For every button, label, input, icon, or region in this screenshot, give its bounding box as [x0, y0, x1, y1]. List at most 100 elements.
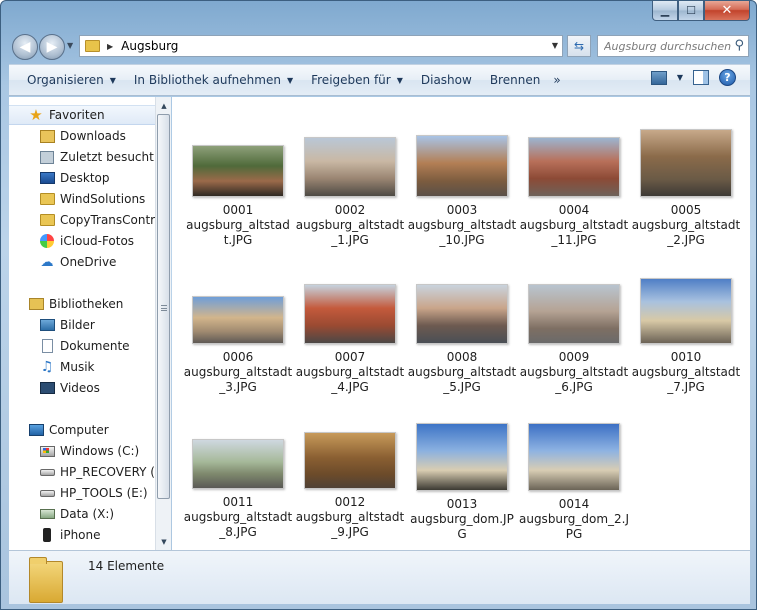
file-item[interactable]: 0005 augsburg_altstadt_2.JPG — [630, 129, 742, 248]
slideshow-button[interactable]: Diashow — [412, 67, 481, 93]
nav-item-label: Zuletzt besucht — [60, 150, 154, 164]
file-item[interactable]: 0007 augsburg_altstadt_4.JPG — [294, 284, 406, 395]
nav-item-drive-x[interactable]: Data (X:) — [9, 504, 155, 524]
image-thumbnail — [304, 284, 396, 344]
hard-drive-icon — [39, 485, 55, 501]
scroll-down-icon[interactable]: ▼ — [156, 533, 172, 550]
image-thumbnail — [304, 137, 396, 197]
file-name: augsburg_altstadt_6.JPG — [519, 365, 629, 394]
refresh-button[interactable]: ⇆ — [567, 35, 591, 57]
nav-item-label: Bilder — [60, 318, 95, 332]
nav-item-label: Musik — [60, 360, 95, 374]
file-item[interactable]: 0013 augsburg_dom.JPG — [406, 423, 518, 542]
nav-item-label: Desktop — [60, 171, 110, 185]
scroll-thumb[interactable] — [157, 114, 170, 499]
view-controls: ▼ ? — [650, 69, 736, 86]
more-commands-button[interactable]: » — [553, 73, 560, 87]
nav-item-copytranscontrol[interactable]: CopyTransControl — [9, 210, 155, 230]
file-name: augsburg_dom_2.JPG — [518, 512, 630, 541]
file-number: 0004 — [558, 203, 590, 217]
address-dropdown-icon[interactable]: ▼ — [552, 41, 558, 50]
arrow-left-icon: ◀ — [19, 39, 31, 55]
chevron-down-icon: ▼ — [286, 75, 294, 85]
nav-item-desktop[interactable]: Desktop — [9, 168, 155, 188]
file-item[interactable]: 0008 augsburg_altstadt_5.JPG — [406, 284, 518, 395]
nav-item-label: iPhone — [60, 528, 101, 542]
file-number: 0014 — [558, 497, 590, 511]
file-view: 0001 augsburg_altstadt.JPG 0002 augsburg_a… — [172, 97, 750, 550]
nav-item-drive-d[interactable]: HP_RECOVERY (D:) — [9, 462, 155, 482]
grip-icon — [161, 305, 167, 311]
scroll-up-icon[interactable]: ▲ — [156, 97, 172, 114]
nav-item-recent[interactable]: Zuletzt besucht — [9, 147, 155, 167]
file-number: 0012 — [334, 495, 366, 509]
nav-item-onedrive[interactable]: ☁ OneDrive — [9, 252, 155, 272]
file-item[interactable]: 0003 augsburg_altstadt_10.JPG — [406, 135, 518, 248]
nav-item-iphone[interactable]: iPhone — [9, 525, 155, 545]
file-item[interactable]: 0006 augsburg_altstadt_3.JPG — [182, 296, 294, 395]
search-icon[interactable]: ⚲ — [734, 38, 744, 53]
forward-button[interactable]: ▶ — [39, 34, 65, 60]
nav-item-music[interactable]: ♫ Musik — [9, 357, 155, 377]
caption-buttons: ▁ ☐ ✕ — [652, 1, 750, 21]
preview-pane-icon[interactable] — [693, 70, 709, 85]
nav-item-icloud-photos[interactable]: iCloud-Fotos — [9, 231, 155, 251]
nav-item-videos[interactable]: Videos — [9, 378, 155, 398]
help-icon[interactable]: ? — [719, 69, 736, 86]
nav-item-windsolutions[interactable]: WindSolutions — [9, 189, 155, 209]
image-thumbnail — [640, 129, 732, 197]
nav-favorites[interactable]: ★ Favoriten — [9, 105, 155, 125]
image-thumbnail — [528, 137, 620, 197]
file-item[interactable]: 0009 augsburg_altstadt_6.JPG — [518, 284, 630, 395]
file-item[interactable]: 0002 augsburg_altstadt_1.JPG — [294, 137, 406, 248]
file-item[interactable]: 0014 augsburg_dom_2.JPG — [518, 423, 630, 542]
nav-item-drive-e[interactable]: HP_TOOLS (E:) — [9, 483, 155, 503]
nav-favorites-label: Favoriten — [49, 108, 105, 122]
music-note-icon: ♫ — [40, 359, 54, 375]
nav-libraries[interactable]: Bibliotheken — [9, 294, 155, 314]
nav-item-downloads[interactable]: Downloads — [9, 126, 155, 146]
maximize-button[interactable]: ☐ — [678, 1, 704, 21]
search-input[interactable] — [604, 37, 732, 55]
nav-item-label: WindSolutions — [60, 192, 146, 206]
file-item[interactable]: 0010 augsburg_altstadt_7.JPG — [630, 278, 742, 395]
chevron-down-icon: ▼ — [109, 75, 116, 85]
file-item[interactable]: 0001 augsburg_altstadt.JPG — [182, 145, 294, 248]
minimize-button[interactable]: ▁ — [652, 1, 678, 21]
breadcrumb-separator-icon[interactable]: ▶ — [107, 42, 113, 51]
file-name: augsburg_altstadt_8.JPG — [183, 510, 293, 539]
file-item[interactable]: 0011 augsburg_altstadt_8.JPG — [182, 439, 294, 540]
add-to-library-label: In Bibliothek aufnehmen — [133, 73, 281, 87]
file-number: 0002 — [334, 203, 366, 217]
image-thumbnail — [416, 284, 508, 344]
star-icon: ★ — [29, 106, 43, 124]
burn-button[interactable]: Brennen — [481, 67, 549, 93]
navigation-pane: ★ Favoriten Downloads Zuletzt besucht De… — [9, 97, 155, 550]
nav-computer[interactable]: Computer — [9, 420, 155, 440]
share-with-menu[interactable]: Freigeben für ▼ — [302, 67, 412, 93]
file-number: 0011 — [222, 495, 254, 509]
back-button[interactable]: ◀ — [12, 34, 38, 60]
file-item[interactable]: 0012 augsburg_altstadt_9.JPG — [294, 432, 406, 540]
view-dropdown-icon[interactable]: ▼ — [677, 73, 683, 82]
document-icon — [39, 338, 55, 354]
item-count: 14 Elemente — [88, 559, 165, 573]
change-view-icon[interactable] — [650, 70, 667, 85]
file-number: 0006 — [222, 350, 254, 364]
folder-icon — [85, 40, 100, 52]
nav-item-label: HP_TOOLS (E:) — [60, 486, 148, 500]
breadcrumb-current[interactable]: Augsburg — [121, 39, 178, 53]
address-bar[interactable]: ▶ Augsburg ▼ — [79, 35, 563, 57]
organize-label: Organisieren — [27, 73, 104, 87]
nav-item-documents[interactable]: Dokumente — [9, 336, 155, 356]
file-name: augsburg_altstadt_9.JPG — [295, 510, 405, 539]
add-to-library-menu[interactable]: In Bibliothek aufnehmen ▼ — [125, 67, 302, 93]
nav-item-drive-c[interactable]: Windows (C:) — [9, 441, 155, 461]
nav-item-label: Downloads — [60, 129, 126, 143]
close-button[interactable]: ✕ — [704, 1, 750, 21]
organize-menu[interactable]: Organisieren ▼ — [18, 67, 125, 93]
nav-scrollbar[interactable]: ▲ ▼ — [155, 97, 171, 550]
file-item[interactable]: 0004 augsburg_altstadt_11.JPG — [518, 137, 630, 248]
nav-item-pictures[interactable]: Bilder — [9, 315, 155, 335]
recent-pages-dropdown[interactable]: ▼ — [67, 41, 73, 50]
